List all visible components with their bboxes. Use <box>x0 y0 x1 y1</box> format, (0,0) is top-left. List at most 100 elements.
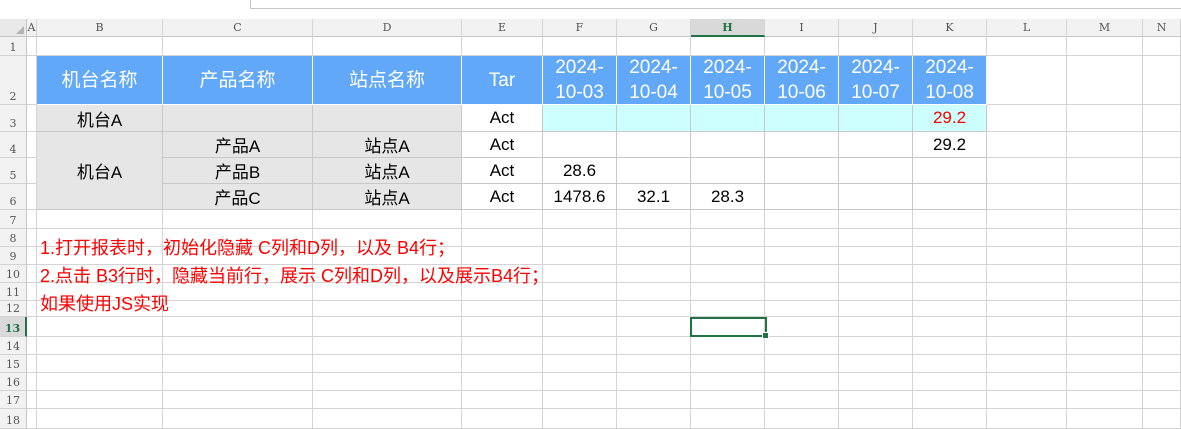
grid-cell[interactable] <box>1143 391 1181 409</box>
grid-cell[interactable] <box>313 355 462 373</box>
grid-cell[interactable] <box>691 247 765 265</box>
grid-cell[interactable] <box>765 391 839 409</box>
detail-product[interactable]: 产品B <box>163 158 313 184</box>
grid-cell[interactable] <box>1067 210 1143 229</box>
grid-cell[interactable] <box>691 355 765 373</box>
grid-cell[interactable] <box>462 210 543 229</box>
row-header[interactable]: 9 <box>0 247 27 265</box>
column-header[interactable]: N <box>1143 19 1181 37</box>
grid-cell[interactable] <box>27 184 37 210</box>
row-header[interactable]: 11 <box>0 283 27 301</box>
grid-cell[interactable] <box>913 37 987 56</box>
header-tar[interactable]: Tar <box>462 56 543 105</box>
grid-cell[interactable] <box>27 158 37 184</box>
row3-value[interactable]: 29.2 <box>913 105 987 132</box>
grid-cell[interactable] <box>27 229 37 247</box>
grid-cell[interactable] <box>543 229 617 247</box>
row3-value[interactable] <box>765 105 839 132</box>
grid-cell[interactable] <box>765 229 839 247</box>
detail-tar[interactable]: Act <box>462 158 543 184</box>
grid-cell[interactable] <box>691 337 765 355</box>
grid-cell[interactable] <box>987 301 1067 317</box>
grid-cell[interactable] <box>617 283 691 301</box>
grid-cell[interactable] <box>543 373 617 391</box>
grid-cell[interactable] <box>987 105 1067 132</box>
grid-cell[interactable] <box>913 355 987 373</box>
grid-cell[interactable] <box>37 317 163 337</box>
detail-value[interactable]: 32.1 <box>617 184 691 210</box>
grid-cell[interactable] <box>617 37 691 56</box>
grid-cell[interactable] <box>765 373 839 391</box>
detail-tar[interactable]: Act <box>462 132 543 158</box>
grid-cell[interactable] <box>1143 184 1181 210</box>
grid-cell[interactable] <box>1067 184 1143 210</box>
grid-cell[interactable] <box>27 247 37 265</box>
grid-cell[interactable] <box>1143 247 1181 265</box>
header-date[interactable]: 2024- 10-05 <box>691 56 765 105</box>
group-machine[interactable]: 机台A <box>37 132 163 210</box>
header-date[interactable]: 2024- 10-03 <box>543 56 617 105</box>
column-header[interactable]: I <box>765 19 839 37</box>
header-date[interactable]: 2024- 10-08 <box>913 56 987 105</box>
grid-cell[interactable] <box>617 210 691 229</box>
grid-cell[interactable] <box>913 337 987 355</box>
grid-cell[interactable] <box>839 210 913 229</box>
grid-cell[interactable] <box>543 317 617 337</box>
grid-cell[interactable] <box>987 337 1067 355</box>
row-header[interactable]: 3 <box>0 105 27 132</box>
grid-cell[interactable] <box>1143 229 1181 247</box>
grid-cell[interactable] <box>987 37 1067 56</box>
grid-cell[interactable] <box>27 337 37 355</box>
select-all-corner[interactable] <box>0 19 27 37</box>
grid-cell[interactable] <box>462 317 543 337</box>
detail-station[interactable]: 站点A <box>313 132 462 158</box>
grid-cell[interactable] <box>691 409 765 429</box>
detail-value[interactable]: 28.3 <box>691 184 765 210</box>
grid-cell[interactable] <box>617 317 691 337</box>
grid-cell[interactable] <box>313 317 462 337</box>
grid-cell[interactable] <box>987 132 1067 158</box>
row-header[interactable]: 17 <box>0 391 27 409</box>
grid-cell[interactable] <box>1067 355 1143 373</box>
grid-cell[interactable] <box>462 355 543 373</box>
grid-cell[interactable] <box>987 184 1067 210</box>
header-product-name[interactable]: 产品名称 <box>163 56 313 105</box>
grid-cell[interactable] <box>462 337 543 355</box>
active-cell-selection[interactable] <box>690 317 769 339</box>
grid-cell[interactable] <box>839 355 913 373</box>
grid-cell[interactable] <box>543 337 617 355</box>
grid-cell[interactable] <box>839 317 913 337</box>
grid-cell[interactable] <box>913 373 987 391</box>
grid-cell[interactable] <box>27 265 37 283</box>
row-header[interactable]: 5 <box>0 158 27 184</box>
grid-cell[interactable] <box>617 355 691 373</box>
grid-cell[interactable] <box>313 301 462 317</box>
grid-cell[interactable] <box>913 283 987 301</box>
grid-cell[interactable] <box>1143 337 1181 355</box>
grid-cell[interactable] <box>462 37 543 56</box>
grid-cell[interactable] <box>839 229 913 247</box>
column-header[interactable]: L <box>987 19 1067 37</box>
grid-cell[interactable] <box>913 265 987 283</box>
grid-cell[interactable] <box>462 409 543 429</box>
detail-tar[interactable]: Act <box>462 184 543 210</box>
grid-cell[interactable] <box>1067 132 1143 158</box>
grid-cell[interactable] <box>313 409 462 429</box>
grid-cell[interactable] <box>543 37 617 56</box>
grid-cell[interactable] <box>1067 283 1143 301</box>
detail-product[interactable]: 产品A <box>163 132 313 158</box>
grid-cell[interactable] <box>987 373 1067 391</box>
grid-cell[interactable] <box>1067 105 1143 132</box>
detail-value[interactable] <box>765 184 839 210</box>
grid-cell[interactable] <box>27 317 37 337</box>
grid-cell[interactable] <box>617 229 691 247</box>
grid-cell[interactable] <box>1067 391 1143 409</box>
grid-cell[interactable] <box>1067 337 1143 355</box>
grid-cell[interactable] <box>617 373 691 391</box>
grid-cell[interactable] <box>543 355 617 373</box>
column-header[interactable]: E <box>462 19 543 37</box>
row-header[interactable]: 18 <box>0 409 27 429</box>
grid-cell[interactable] <box>1143 301 1181 317</box>
grid-cell[interactable] <box>37 391 163 409</box>
grid-cell[interactable] <box>1143 56 1181 105</box>
